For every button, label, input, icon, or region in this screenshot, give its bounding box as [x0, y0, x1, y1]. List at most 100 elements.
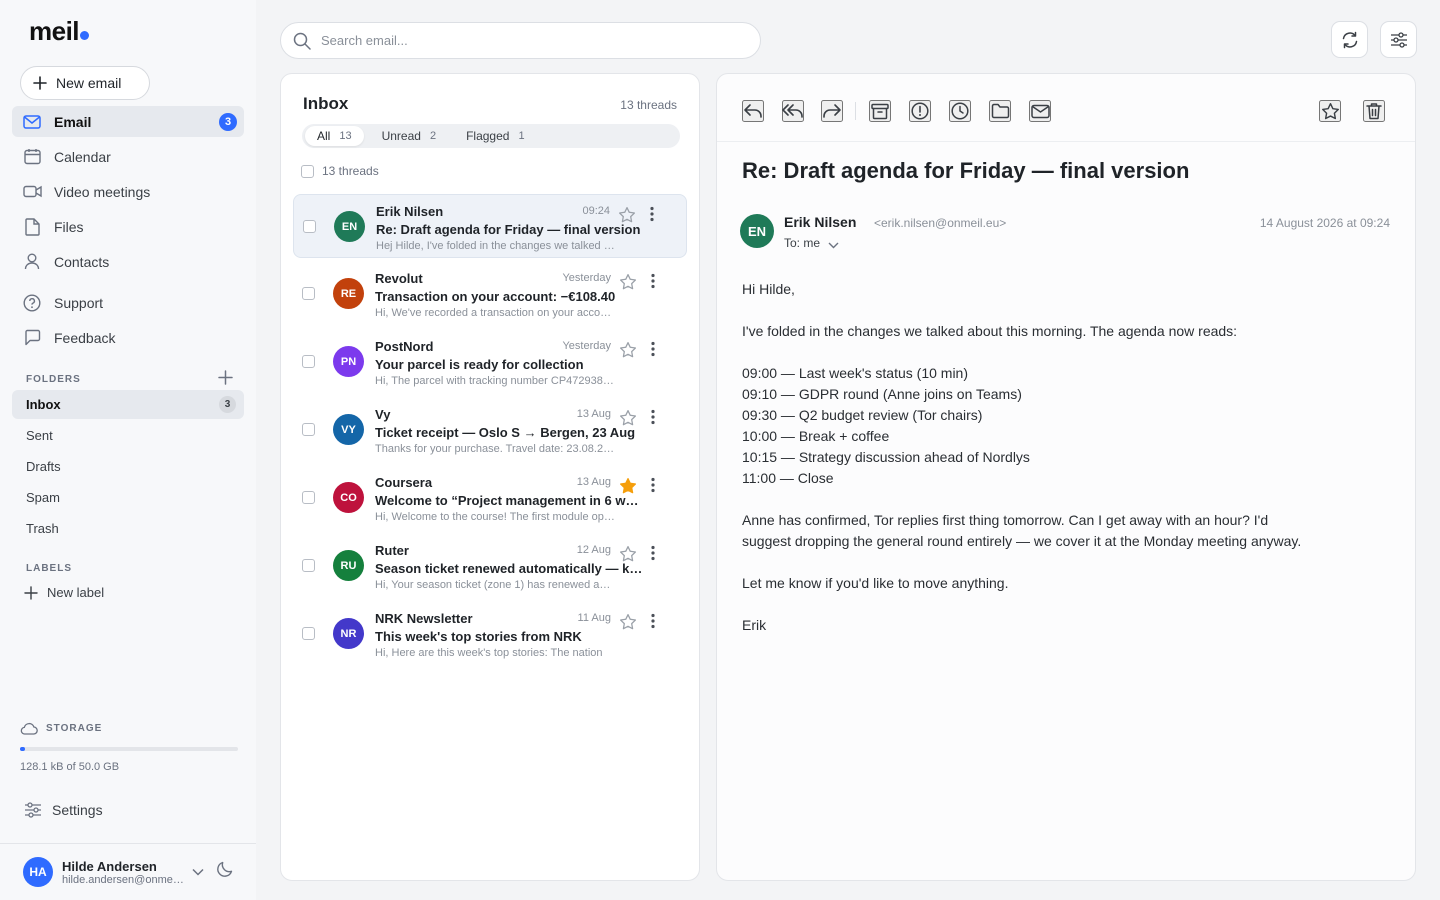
move-to-folder-button[interactable] [989, 100, 1011, 122]
thread-checkbox[interactable] [302, 491, 315, 504]
tab-flagged[interactable]: Flagged 1 [454, 126, 537, 146]
more-vertical-icon[interactable] [651, 477, 655, 493]
report-spam-button[interactable] [909, 100, 931, 122]
nav-item-files[interactable]: Files [12, 211, 244, 242]
body-line: 10:15 — Strategy discussion ahead of Nor… [742, 449, 1030, 465]
forward-button[interactable] [821, 100, 843, 122]
app-logo[interactable]: meil [29, 16, 90, 47]
more-vertical-icon[interactable] [650, 206, 654, 222]
folder-label: Spam [26, 490, 60, 505]
view-settings-button[interactable] [1380, 21, 1417, 58]
thread-date: 13 Aug [576, 408, 611, 420]
select-all-checkbox[interactable] [301, 164, 314, 178]
chevron-down-icon [828, 242, 839, 249]
thread-checkbox[interactable] [302, 627, 315, 640]
star-icon[interactable] [618, 206, 636, 224]
star-icon[interactable] [619, 613, 637, 631]
avatar: NR [333, 618, 364, 649]
folder-label: Inbox [26, 397, 61, 412]
delete-button[interactable] [1363, 100, 1385, 122]
nav-label: Support [54, 294, 104, 311]
more-vertical-icon[interactable] [651, 409, 655, 425]
nav-item-feedback[interactable]: Feedback [12, 322, 244, 353]
thread-preview: Hi, The parcel with tracking number CP47… [375, 375, 615, 387]
thread-row[interactable]: RE Revolut Yesterday Transaction on your ac… [293, 262, 687, 326]
body-line: I've folded in the changes we talked abo… [742, 323, 1238, 339]
thread-row[interactable]: VY Vy 13 Aug Ticket receipt — Oslo S → Berg… [293, 398, 687, 462]
nav-item-contacts[interactable]: Contacts [12, 246, 244, 277]
avatar: VY [333, 414, 364, 445]
thread-subject: Your parcel is ready for collection [375, 357, 584, 372]
thread-list: EN Erik Nilsen 09:24 Re: Draft agenda for F… [293, 194, 687, 670]
moon-icon[interactable] [216, 860, 234, 878]
chevron-down-icon [192, 868, 204, 876]
star-icon[interactable] [619, 477, 637, 495]
search-bar[interactable] [280, 22, 761, 59]
body-line: 11:00 — Close [742, 470, 834, 486]
search-input[interactable] [321, 33, 741, 48]
thread-row[interactable]: CO Coursera 13 Aug Welcome to “Project mana… [293, 466, 687, 530]
nav-item-calendar[interactable]: Calendar [12, 141, 244, 172]
thread-preview: Hi, Here are this week's top stories: Th… [375, 647, 603, 659]
storage-meter: STORAGE 128.1 kB of 50.0 GB [20, 722, 238, 773]
archive-button[interactable] [869, 100, 891, 122]
more-vertical-icon[interactable] [651, 341, 655, 357]
avatar: CO [333, 482, 364, 513]
star-icon[interactable] [619, 545, 637, 563]
star-icon[interactable] [619, 341, 637, 359]
star-icon[interactable] [619, 409, 637, 427]
thread-checkbox[interactable] [302, 355, 315, 368]
tab-label: Unread [381, 129, 421, 143]
folder-drafts[interactable]: Drafts [12, 452, 244, 481]
thread-row[interactable]: NR NRK Newsletter 11 Aug This week's top st… [293, 602, 687, 666]
more-vertical-icon[interactable] [651, 613, 655, 629]
folder-sent[interactable]: Sent [12, 421, 244, 450]
thread-row[interactable]: RU Ruter 12 Aug Season ticket renewed autom… [293, 534, 687, 598]
folder-spam[interactable]: Spam [12, 483, 244, 512]
nav-item-support[interactable]: Support [12, 287, 244, 318]
recipients-toggle[interactable]: To: me [784, 236, 839, 250]
thread-sender: NRK Newsletter [375, 611, 473, 626]
reply-all-button[interactable] [782, 100, 804, 122]
body-line: 10:00 — Break + coffee [742, 428, 890, 444]
thread-checkbox[interactable] [302, 287, 315, 300]
mark-unread-button[interactable] [1029, 100, 1051, 122]
star-message-button[interactable] [1319, 100, 1341, 122]
refresh-button[interactable] [1331, 21, 1368, 58]
nav-item-email[interactable]: Email 3 [12, 106, 244, 137]
tab-count: 1 [518, 130, 525, 142]
more-vertical-icon[interactable] [651, 545, 655, 561]
nav-label: Calendar [54, 148, 111, 165]
thread-preview: Hi, Your season ticket (zone 1) has rene… [375, 579, 615, 591]
file-icon [22, 217, 42, 237]
avatar: EN [334, 211, 365, 242]
reply-all-icon [782, 103, 804, 119]
star-icon [1321, 102, 1340, 121]
new-email-button[interactable]: New email [20, 66, 150, 100]
nav-item-video-meetings[interactable]: Video meetings [12, 176, 244, 207]
help-icon [22, 293, 42, 313]
thread-checkbox[interactable] [302, 559, 315, 572]
folder-trash[interactable]: Trash [12, 514, 244, 543]
thread-row[interactable]: EN Erik Nilsen 09:24 Re: Draft agenda for F… [293, 194, 687, 258]
new-label-button[interactable]: New label [24, 585, 104, 600]
add-folder-icon[interactable] [218, 370, 233, 385]
thread-date: Yesterday [562, 340, 611, 352]
settings-button[interactable]: Settings [24, 802, 103, 818]
reply-button[interactable] [742, 100, 764, 122]
thread-row[interactable]: PN PostNord Yesterday Your parcel is ready … [293, 330, 687, 394]
profile-name: Hilde Andersen [62, 858, 157, 874]
more-vertical-icon[interactable] [651, 273, 655, 289]
sender-name[interactable]: Erik Nilsen [784, 214, 856, 230]
select-all[interactable]: 13 threads [301, 164, 379, 178]
star-icon[interactable] [619, 273, 637, 291]
folder-inbox[interactable]: Inbox 3 [12, 390, 244, 419]
thread-checkbox[interactable] [302, 423, 315, 436]
tab-all[interactable]: All 13 [305, 126, 364, 146]
thread-checkbox[interactable] [303, 220, 316, 233]
body-line: 09:10 — GDPR round (Anne joins on Teams) [742, 386, 1022, 402]
tab-unread[interactable]: Unread 2 [370, 126, 448, 146]
thread-date: 12 Aug [576, 544, 611, 556]
storage-used-text: 128.1 kB of 50.0 GB [20, 761, 120, 773]
snooze-button[interactable] [949, 100, 971, 122]
